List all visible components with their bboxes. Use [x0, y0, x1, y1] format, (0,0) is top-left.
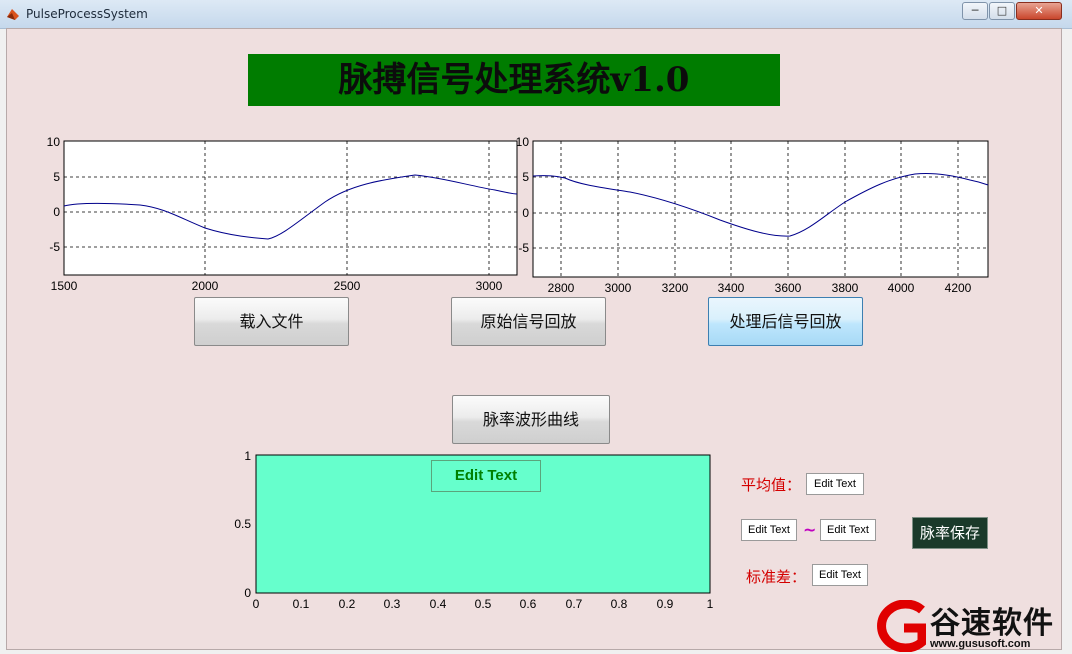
bottom-xtick: 1: [707, 597, 714, 611]
pulse-rate-edit-text[interactable]: Edit Text: [431, 460, 541, 492]
right-xtick: 3400: [718, 281, 745, 295]
watermark-brand: 谷速软件: [930, 606, 1054, 641]
left-xtick: 3000: [476, 279, 503, 293]
right-xtick: 3800: [832, 281, 859, 295]
watermark-url: www.gususoft.com: [930, 638, 1031, 650]
right-xtick: 4000: [888, 281, 915, 295]
range-max-field[interactable]: Edit Text: [820, 519, 876, 541]
bottom-xtick: 0.2: [339, 597, 356, 611]
bottom-ytick: 1: [244, 449, 251, 463]
std-value-field[interactable]: Edit Text: [812, 564, 868, 586]
left-xtick: 1500: [51, 279, 78, 293]
right-ytick: 10: [516, 135, 530, 149]
pulse-waveform-button[interactable]: 脉率波形曲线: [452, 395, 610, 444]
left-ytick: 10: [47, 135, 61, 149]
bottom-xtick: 0.9: [657, 597, 674, 611]
right-ytick: 5: [522, 170, 529, 184]
load-file-button[interactable]: 载入文件: [194, 297, 349, 346]
bottom-xtick: 0: [253, 597, 260, 611]
bottom-ytick: 0: [244, 586, 251, 600]
mean-value-field[interactable]: Edit Text: [806, 473, 864, 495]
bottom-xtick: 0.5: [475, 597, 492, 611]
bottom-xtick: 0.8: [611, 597, 628, 611]
processed-signal-playback-button[interactable]: 处理后信号回放: [708, 297, 863, 346]
mean-label: 平均值：: [741, 476, 802, 494]
right-xtick: 3200: [662, 281, 689, 295]
bottom-ytick: 0.5: [234, 517, 251, 531]
right-signal-plot: 10 5 0 -5 2800 3000 3200 3400 3600 3800 …: [516, 135, 989, 295]
left-ytick: 5: [53, 170, 60, 184]
left-ytick: 0: [53, 205, 60, 219]
left-ytick: -5: [49, 240, 60, 254]
range-separator: ~: [803, 520, 817, 539]
left-signal-plot: 10 5 0 -5 1500 2000 2500 3000: [47, 135, 518, 293]
left-xtick: 2500: [334, 279, 361, 293]
left-xtick: 2000: [192, 279, 219, 293]
bottom-xtick: 0.3: [384, 597, 401, 611]
bottom-xtick: 0.1: [293, 597, 310, 611]
range-min-field[interactable]: Edit Text: [741, 519, 797, 541]
raw-signal-playback-button[interactable]: 原始信号回放: [451, 297, 606, 346]
right-xtick: 3600: [775, 281, 802, 295]
bottom-xtick: 0.4: [430, 597, 447, 611]
right-ytick: 0: [522, 206, 529, 220]
right-xtick: 2800: [548, 281, 575, 295]
gususoft-logo-icon: [877, 600, 926, 652]
gususoft-watermark: 谷速软件 www.gususoft.com: [868, 598, 1068, 654]
bottom-xtick: 0.7: [566, 597, 583, 611]
right-xtick: 3000: [605, 281, 632, 295]
right-xtick: 4200: [945, 281, 972, 295]
bottom-xtick: 0.6: [520, 597, 537, 611]
save-pulse-rate-button[interactable]: 脉率保存: [912, 517, 988, 549]
std-label: 标准差：: [746, 568, 807, 586]
right-ytick: -5: [518, 241, 529, 255]
